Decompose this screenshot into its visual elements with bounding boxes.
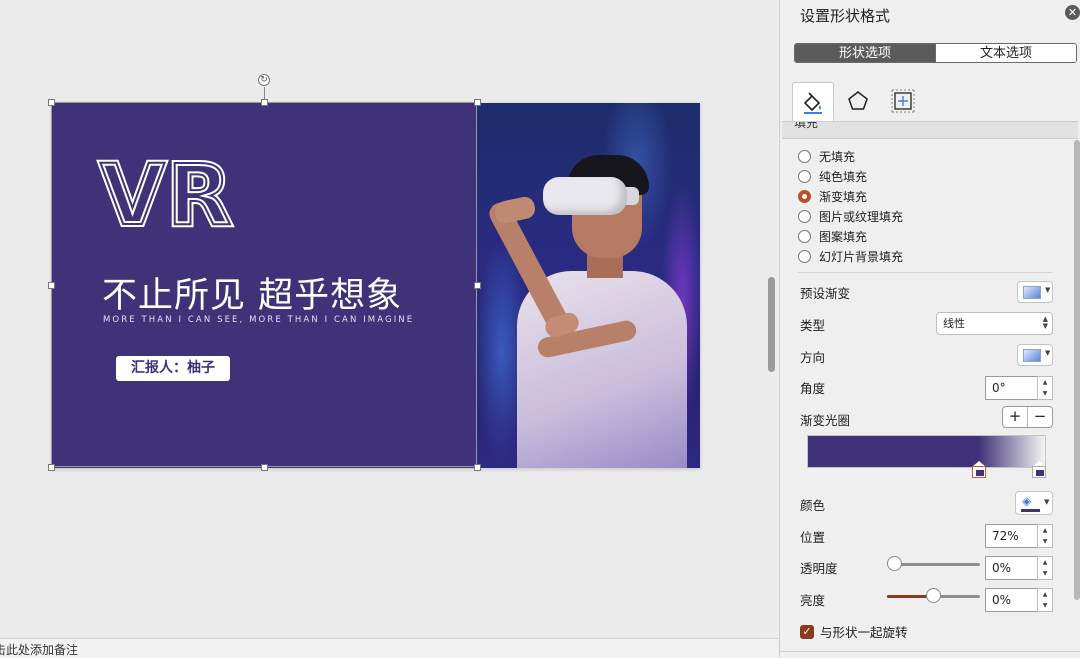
slide-canvas[interactable]: VR VR 不止所见 超乎想象 MORE THAN I CAN SEE, MOR…: [0, 0, 765, 657]
fill-option-none[interactable]: 无填充: [798, 146, 903, 166]
resize-handle-s[interactable]: [261, 464, 268, 471]
radio-button[interactable]: [798, 229, 811, 243]
close-icon[interactable]: ✕: [1065, 5, 1080, 20]
brightness-input[interactable]: 0%: [985, 588, 1038, 612]
chevron-down-icon: ▼: [1044, 498, 1050, 506]
type-label: 类型: [800, 318, 826, 333]
notes-placeholder: 击此处添加备注: [0, 643, 79, 657]
divider: [798, 272, 1052, 273]
resize-handle-nw[interactable]: [48, 99, 55, 106]
brightness-slider[interactable]: [887, 588, 980, 604]
paint-bucket-icon: ◈: [1022, 494, 1032, 508]
fill-option-picture[interactable]: 图片或纹理填充: [798, 206, 903, 226]
stepper-arrows[interactable]: ▲ ▼: [1037, 556, 1053, 580]
vr-person-photo: [477, 103, 700, 468]
gradient-bar[interactable]: [807, 435, 1046, 468]
scrollbar-thumb[interactable]: [768, 277, 775, 372]
chevron-down-icon: ▼: [1045, 286, 1051, 294]
angle-input[interactable]: 0°: [985, 376, 1038, 400]
gradient-stop-handle[interactable]: [1032, 461, 1046, 478]
fill-option-pattern[interactable]: 图案填充: [798, 226, 903, 246]
brightness-stepper[interactable]: 0% ▲ ▼: [985, 588, 1053, 612]
stepper-arrows[interactable]: ▲ ▼: [1037, 524, 1053, 548]
position-label: 位置: [800, 530, 826, 545]
direction-label: 方向: [800, 350, 826, 365]
brightness-label: 亮度: [800, 593, 826, 608]
fill-line-icon[interactable]: [792, 82, 834, 122]
gradient-stop-buttons: + −: [1002, 406, 1053, 428]
notes-pane[interactable]: 击此处添加备注: [0, 638, 778, 658]
panel-scrollbar[interactable]: [1074, 140, 1080, 600]
radio-button[interactable]: [798, 169, 811, 183]
fill-section-label: 填充: [794, 121, 819, 130]
vr-headset: [543, 177, 627, 215]
rotate-with-shape-checkbox[interactable]: ✓ 与形状一起旋转: [800, 622, 908, 641]
resize-handle-sw[interactable]: [48, 464, 55, 471]
checkbox-checked-icon[interactable]: ✓: [800, 624, 814, 639]
radio-button[interactable]: [798, 249, 811, 263]
transparency-input[interactable]: 0%: [985, 556, 1038, 580]
gradient-stop-handle[interactable]: [972, 461, 987, 478]
selection-frame: [51, 102, 477, 467]
options-segmented-control: 形状选项 文本选项: [794, 43, 1077, 63]
preset-gradient-dropdown[interactable]: ▼: [1017, 281, 1053, 303]
size-properties-icon[interactable]: [882, 82, 924, 120]
resize-handle-w[interactable]: [48, 282, 55, 289]
resize-handle-n[interactable]: [261, 99, 268, 106]
radio-button[interactable]: [798, 209, 811, 223]
gradient-swatch-icon: [1023, 349, 1041, 362]
editor-scrollbar[interactable]: [765, 0, 779, 638]
shape-effects-icon[interactable]: [837, 82, 879, 120]
direction-dropdown[interactable]: ▼: [1017, 344, 1053, 366]
slider-knob[interactable]: [926, 588, 941, 603]
tab-shape-options[interactable]: 形状选项: [795, 44, 935, 62]
resize-handle-se[interactable]: [474, 464, 481, 471]
stepper-arrows[interactable]: ▲ ▼: [1037, 376, 1053, 400]
add-stop-button[interactable]: +: [1003, 407, 1027, 427]
gradient-stops-label: 渐变光圈: [800, 413, 851, 428]
panel-title: 设置形状格式: [800, 7, 891, 25]
icon-tabs: [792, 82, 927, 122]
color-label: 颜色: [800, 498, 826, 513]
fill-options: 无填充 纯色填充 渐变填充 图片或纹理填充 图案填充 幻灯片背景填充: [798, 146, 903, 266]
stepper-arrows[interactable]: ▲ ▼: [1037, 588, 1053, 612]
fill-option-slide-background[interactable]: 幻灯片背景填充: [798, 246, 903, 266]
rotate-handle[interactable]: ↻: [258, 74, 270, 86]
type-select[interactable]: 线性 ▲ ▼: [936, 312, 1053, 335]
remove-stop-button[interactable]: −: [1027, 407, 1052, 427]
radio-button[interactable]: [798, 149, 811, 163]
resize-handle-ne[interactable]: [474, 99, 481, 106]
resize-handle-e[interactable]: [474, 282, 481, 289]
tab-text-options[interactable]: 文本选项: [935, 44, 1076, 62]
updown-icon: ▲ ▼: [1042, 315, 1048, 330]
transparency-label: 透明度: [800, 561, 838, 576]
angle-label: 角度: [800, 381, 826, 396]
fill-option-gradient[interactable]: 渐变填充: [798, 186, 903, 206]
position-stepper[interactable]: 72% ▲ ▼: [985, 524, 1053, 548]
transparency-slider[interactable]: [887, 556, 980, 572]
format-shape-panel: 设置形状格式 ✕ 形状选项 文本选项 填充 无填充 纯色填充 渐变填充 图片或纹…: [779, 0, 1080, 658]
transparency-stepper[interactable]: 0% ▲ ▼: [985, 556, 1053, 580]
chevron-down-icon: ▼: [1045, 349, 1051, 357]
fill-section-header[interactable]: 填充: [782, 121, 1078, 139]
angle-stepper[interactable]: 0° ▲ ▼: [985, 376, 1053, 400]
radio-button-selected[interactable]: [798, 189, 811, 203]
fill-option-solid[interactable]: 纯色填充: [798, 166, 903, 186]
gradient-swatch-icon: [1023, 286, 1041, 299]
position-input[interactable]: 72%: [985, 524, 1038, 548]
preset-gradient-label: 预设渐变: [800, 286, 851, 301]
slider-knob[interactable]: [887, 556, 902, 571]
color-picker-button[interactable]: ◈ ▼: [1015, 491, 1053, 515]
